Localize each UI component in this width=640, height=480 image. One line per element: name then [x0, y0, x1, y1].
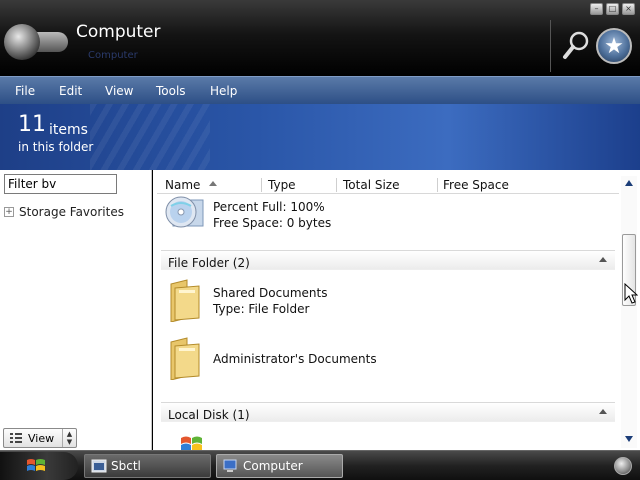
cd-drive-icon[interactable]	[163, 194, 207, 230]
column-free-space[interactable]: Free Space	[443, 178, 509, 192]
cd-percent-full: Percent Full: 100%	[213, 200, 325, 214]
filter-input[interactable]	[4, 174, 117, 194]
window-title: Computer	[76, 22, 161, 42]
view-spinner-icon[interactable]: ▲ ▼	[62, 429, 76, 447]
menu-edit[interactable]: Edit	[59, 84, 82, 98]
item-name[interactable]: Shared Documents	[213, 286, 327, 300]
view-button[interactable]: View ▲ ▼	[3, 428, 77, 448]
console-icon	[91, 459, 107, 473]
windows-drive-icon[interactable]	[179, 432, 205, 450]
windows-start-icon	[27, 459, 45, 471]
column-header: Name Type Total Size Free Space	[157, 176, 619, 194]
scroll-down-icon[interactable]	[625, 436, 633, 442]
title-separator	[550, 20, 551, 72]
column-name[interactable]: Name	[165, 178, 200, 192]
taskbar-item-label: Computer	[243, 459, 303, 473]
taskbar-item-computer[interactable]: Computer	[216, 454, 343, 478]
start-button[interactable]	[0, 452, 78, 480]
storage-favorites-label: Storage Favorites	[19, 205, 124, 219]
item-name[interactable]: Administrator's Documents	[213, 352, 377, 366]
column-separator[interactable]	[261, 178, 262, 192]
taskbar-item-label: Sbctl	[111, 459, 141, 473]
menu-bar: File Edit View Tools Help	[0, 76, 640, 104]
item-count: 11	[18, 112, 46, 137]
mouse-cursor-icon	[624, 283, 638, 304]
vertical-scrollbar[interactable]	[621, 176, 637, 448]
group-label: File Folder (2)	[168, 256, 250, 270]
menu-help[interactable]: Help	[210, 84, 237, 98]
search-icon[interactable]	[562, 30, 590, 60]
item-type: Type: File Folder	[213, 302, 310, 316]
title-bar: Computer Computer – □ × ★	[0, 0, 640, 76]
collapse-icon[interactable]	[599, 409, 607, 414]
column-total-size[interactable]: Total Size	[343, 178, 399, 192]
scroll-up-icon[interactable]	[625, 180, 633, 186]
group-header-file-folder[interactable]: File Folder (2)	[161, 250, 615, 270]
expand-icon[interactable]: +	[4, 207, 14, 217]
item-count-word: items	[49, 122, 88, 138]
folder-icon[interactable]	[167, 278, 203, 322]
folder-banner	[0, 104, 640, 170]
close-button[interactable]: ×	[622, 3, 635, 15]
star-icon[interactable]: ★	[596, 28, 632, 64]
group-header-local-disk[interactable]: Local Disk (1)	[161, 402, 615, 422]
maximize-button[interactable]: □	[606, 3, 619, 15]
computer-icon	[223, 459, 237, 472]
menu-tools[interactable]: Tools	[156, 84, 186, 98]
item-count-subtitle: in this folder	[18, 140, 94, 154]
column-separator[interactable]	[437, 178, 438, 192]
window-orb-icon	[4, 24, 40, 60]
cd-free-space: Free Space: 0 bytes	[213, 216, 332, 230]
collapse-icon[interactable]	[599, 257, 607, 262]
taskbar-item-sbctl[interactable]: Sbctl	[84, 454, 211, 478]
column-type[interactable]: Type	[268, 178, 296, 192]
menu-view[interactable]: View	[105, 84, 133, 98]
minimize-button[interactable]: –	[590, 3, 603, 15]
column-separator[interactable]	[336, 178, 337, 192]
group-label: Local Disk (1)	[168, 408, 250, 422]
sort-ascending-icon	[209, 181, 217, 186]
content-pane: Name Type Total Size Free Space Percent …	[153, 170, 640, 450]
view-list-icon	[10, 433, 22, 443]
menu-file[interactable]: File	[15, 84, 35, 98]
tray-icon[interactable]	[614, 457, 632, 475]
folder-icon[interactable]	[167, 336, 203, 380]
storage-favorites-item[interactable]: + Storage Favorites	[4, 204, 124, 220]
navigation-pane: + Storage Favorites View ▲▼	[0, 170, 152, 450]
window-subtitle: Computer	[88, 50, 138, 61]
taskbar: Sbctl Computer	[0, 450, 640, 480]
view-button-label: View	[28, 431, 55, 445]
banner-decoration	[90, 104, 210, 170]
